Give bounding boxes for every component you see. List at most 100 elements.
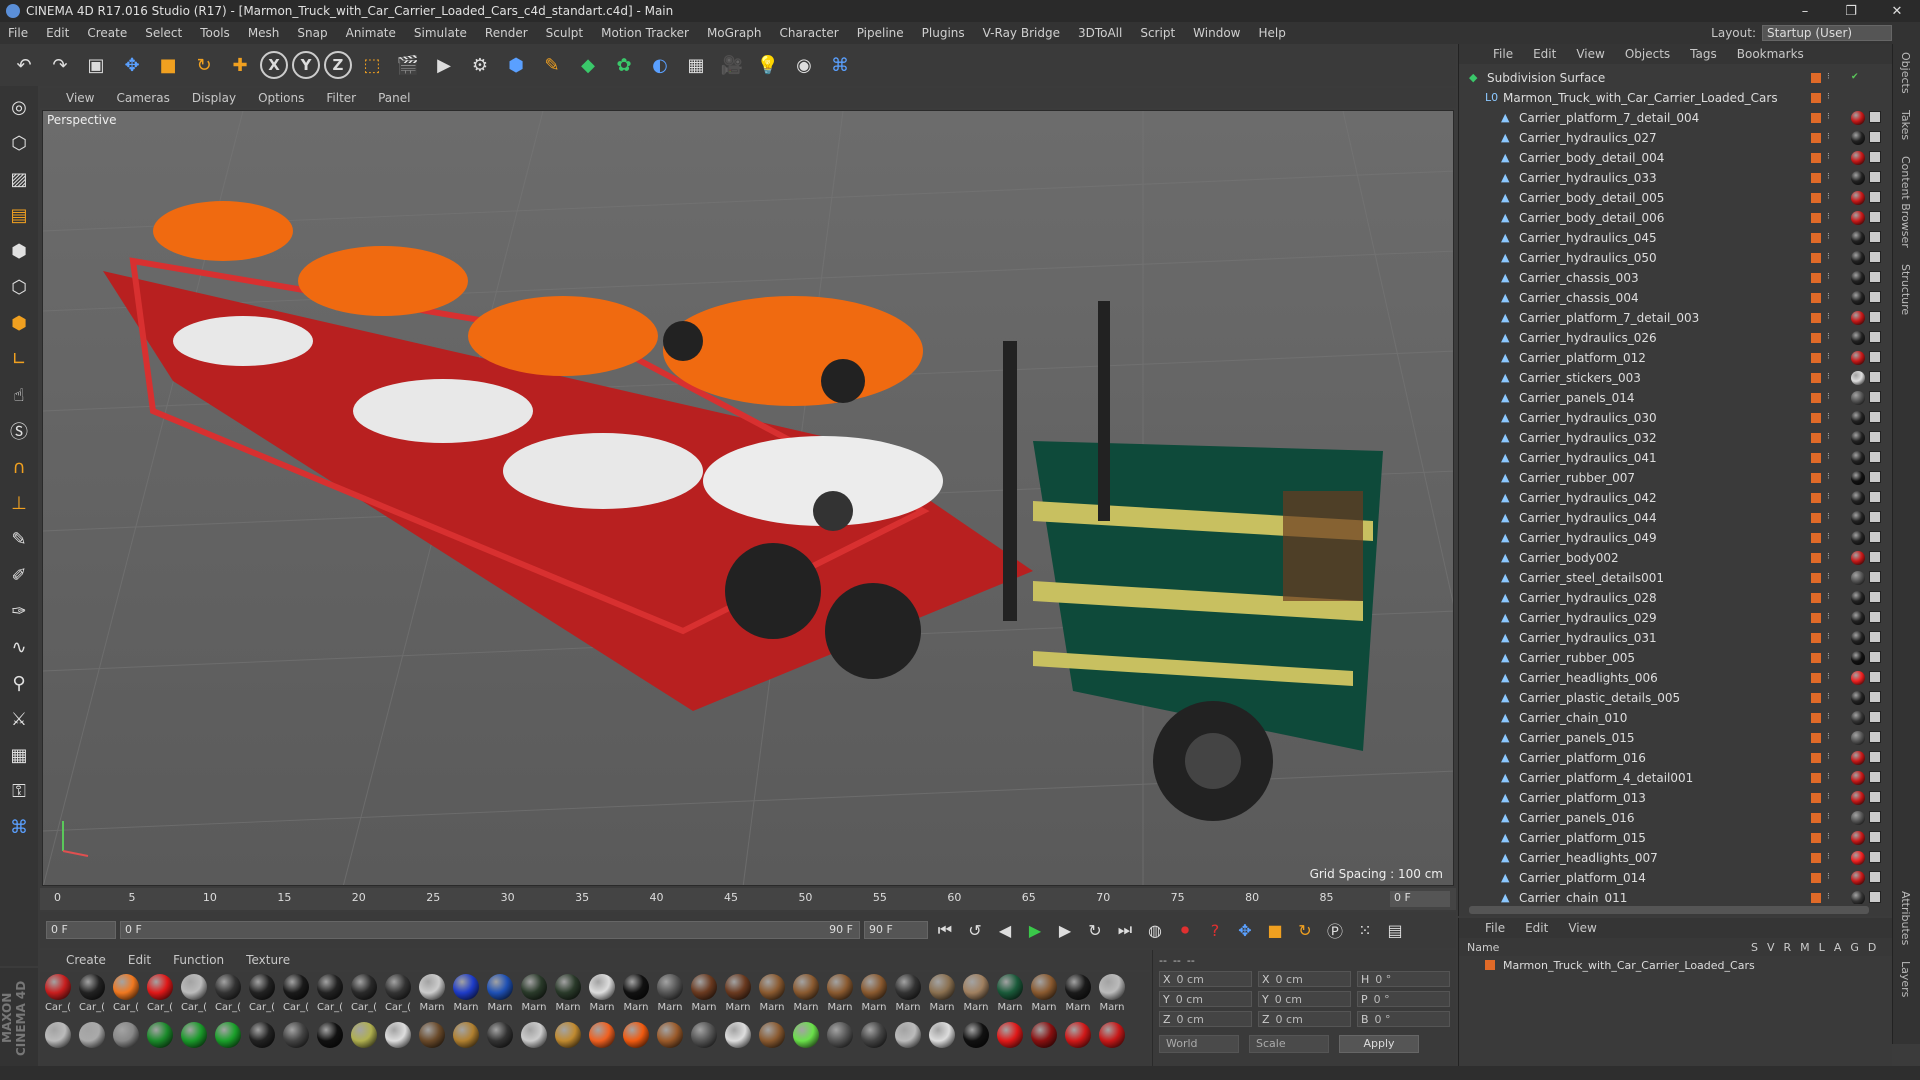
material-swatch[interactable]: Car_( — [178, 974, 210, 1018]
material-swatch[interactable] — [654, 1022, 686, 1066]
material-swatch[interactable] — [246, 1022, 278, 1066]
object-row[interactable]: ▲ Carrier_panels_015 ⁝ — [1459, 728, 1893, 748]
material-swatch[interactable]: Marn — [450, 974, 482, 1018]
object-row[interactable]: ▲ Carrier_hydraulics_032 ⁝ — [1459, 428, 1893, 448]
texture-tag-icon[interactable] — [1869, 431, 1881, 443]
material-swatch[interactable] — [892, 1022, 924, 1066]
coord-field[interactable]: Y 0 cm — [1159, 991, 1252, 1007]
cloner-icon[interactable]: ✿ — [608, 49, 640, 81]
apply-button[interactable]: Apply — [1339, 1035, 1419, 1053]
material-tag-icon[interactable] — [1851, 631, 1865, 645]
texture-tag-icon[interactable] — [1869, 651, 1881, 663]
visibility-dots-icon[interactable]: ⁝ — [1827, 532, 1830, 542]
visibility-dots-icon[interactable]: ⁝ — [1827, 672, 1830, 682]
visibility-dots-icon[interactable]: ⁝ — [1827, 652, 1830, 662]
menu-edit[interactable]: Edit — [46, 26, 69, 40]
material-tag-icon[interactable] — [1851, 431, 1865, 445]
layer-menu-file[interactable]: File — [1485, 921, 1505, 935]
object-row[interactable]: ▲ Carrier_platform_4_detail001 ⁝ — [1459, 768, 1893, 788]
material-swatch[interactable]: Marn — [586, 974, 618, 1018]
side-tab-takes[interactable]: Takes — [1893, 102, 1918, 148]
object-row[interactable]: ▲ Carrier_rubber_007 ⁝ — [1459, 468, 1893, 488]
material-swatch[interactable] — [42, 1022, 74, 1066]
subdivision-icon[interactable]: ◆ — [572, 49, 604, 81]
material-tag-icon[interactable] — [1851, 131, 1865, 145]
brush-icon[interactable]: ✑ — [4, 596, 34, 626]
texture-tag-icon[interactable] — [1869, 631, 1881, 643]
visibility-dots-icon[interactable]: ⁝ — [1827, 412, 1830, 422]
material-swatch[interactable] — [586, 1022, 618, 1066]
object-menu-view[interactable]: View — [1576, 47, 1604, 61]
check-icon[interactable]: ✔ — [1851, 72, 1859, 82]
material-tag-icon[interactable] — [1851, 251, 1865, 265]
texture-tag-icon[interactable] — [1869, 131, 1881, 143]
coordinate-system-icon[interactable]: ⬚ — [356, 49, 388, 81]
texture-tag-icon[interactable] — [1869, 371, 1881, 383]
camera-icon[interactable]: 🎥 — [716, 49, 748, 81]
visibility-dots-icon[interactable]: ⁝ — [1827, 432, 1830, 442]
material-tag-icon[interactable] — [1851, 651, 1865, 665]
object-menu-edit[interactable]: Edit — [1533, 47, 1556, 61]
material-swatch[interactable]: Marn — [926, 974, 958, 1018]
visibility-dots-icon[interactable]: ⁝ — [1827, 892, 1830, 902]
material-swatch[interactable]: Car_( — [246, 974, 278, 1018]
texture-tag-icon[interactable] — [1869, 151, 1881, 163]
material-swatch[interactable] — [76, 1022, 108, 1066]
texture-tag-icon[interactable] — [1869, 591, 1881, 603]
menu-character[interactable]: Character — [779, 26, 838, 40]
material-swatch[interactable] — [382, 1022, 414, 1066]
material-swatch[interactable] — [688, 1022, 720, 1066]
material-swatch[interactable] — [314, 1022, 346, 1066]
autokey-icon[interactable]: ⏺ — [1172, 917, 1198, 943]
material-swatch[interactable]: Car_( — [76, 974, 108, 1018]
material-tag-icon[interactable] — [1851, 851, 1865, 865]
edges-mode-icon[interactable]: ⬡ — [4, 272, 34, 302]
render-view-icon[interactable]: 🎬 — [392, 49, 424, 81]
object-row[interactable]: ▲ Carrier_body_detail_004 ⁝ — [1459, 148, 1893, 168]
material-tag-icon[interactable] — [1851, 591, 1865, 605]
texture-tag-icon[interactable] — [1869, 551, 1881, 563]
coord-field[interactable]: H 0 ° — [1357, 971, 1450, 987]
menu-mesh[interactable]: Mesh — [248, 26, 280, 40]
object-row[interactable]: ▲ Carrier_hydraulics_042 ⁝ — [1459, 488, 1893, 508]
material-swatch[interactable] — [110, 1022, 142, 1066]
material-menu-edit[interactable]: Edit — [128, 953, 151, 967]
menu-select[interactable]: Select — [145, 26, 182, 40]
material-tag-icon[interactable] — [1851, 551, 1865, 565]
coord-field[interactable]: X 0 cm — [1159, 971, 1252, 987]
object-row[interactable]: ▲ Carrier_steel_details001 ⁝ — [1459, 568, 1893, 588]
y-axis-icon[interactable]: Y — [292, 51, 320, 79]
menu-snap[interactable]: Snap — [297, 26, 327, 40]
visibility-dots-icon[interactable]: ⁝ — [1827, 352, 1830, 362]
spline-pen-icon[interactable]: ✎ — [536, 49, 568, 81]
viewport-menu-display[interactable]: Display — [192, 91, 236, 105]
texture-tag-icon[interactable] — [1869, 331, 1881, 343]
coord-field[interactable]: P 0 ° — [1357, 991, 1450, 1007]
material-swatch[interactable] — [1028, 1022, 1060, 1066]
frame-range-slider[interactable]: 0 F 90 F — [120, 921, 860, 939]
material-tag-icon[interactable] — [1851, 471, 1865, 485]
python-icon[interactable]: ⌘ — [824, 49, 856, 81]
material-swatch[interactable]: Marn — [518, 974, 550, 1018]
object-row[interactable]: ▲ Carrier_hydraulics_045 ⁝ — [1459, 228, 1893, 248]
object-row[interactable]: ▲ Carrier_platform_7_detail_003 ⁝ — [1459, 308, 1893, 328]
object-row[interactable]: ▲ Carrier_hydraulics_028 ⁝ — [1459, 588, 1893, 608]
object-row[interactable]: ◆ Subdivision Surface ⁝ ✔ — [1459, 68, 1893, 88]
texture-mode-icon[interactable]: ▨ — [4, 164, 34, 194]
texture-tag-icon[interactable] — [1869, 411, 1881, 423]
material-tag-icon[interactable] — [1851, 411, 1865, 425]
material-menu-function[interactable]: Function — [173, 953, 224, 967]
viewport-menu-options[interactable]: Options — [258, 91, 304, 105]
menu-3dtoall[interactable]: 3DToAll — [1078, 26, 1122, 40]
material-swatch[interactable] — [280, 1022, 312, 1066]
texture-tag-icon[interactable] — [1869, 731, 1881, 743]
visibility-dots-icon[interactable]: ⁝ — [1827, 712, 1830, 722]
material-tag-icon[interactable] — [1851, 791, 1865, 805]
material-swatch[interactable]: Marn — [1096, 974, 1128, 1018]
visibility-dots-icon[interactable]: ⁝ — [1827, 152, 1830, 162]
material-swatch[interactable] — [824, 1022, 856, 1066]
material-tag-icon[interactable] — [1851, 891, 1865, 904]
texture-tag-icon[interactable] — [1869, 191, 1881, 203]
object-row[interactable]: ▲ Carrier_platform_013 ⁝ — [1459, 788, 1893, 808]
material-tag-icon[interactable] — [1851, 271, 1865, 285]
